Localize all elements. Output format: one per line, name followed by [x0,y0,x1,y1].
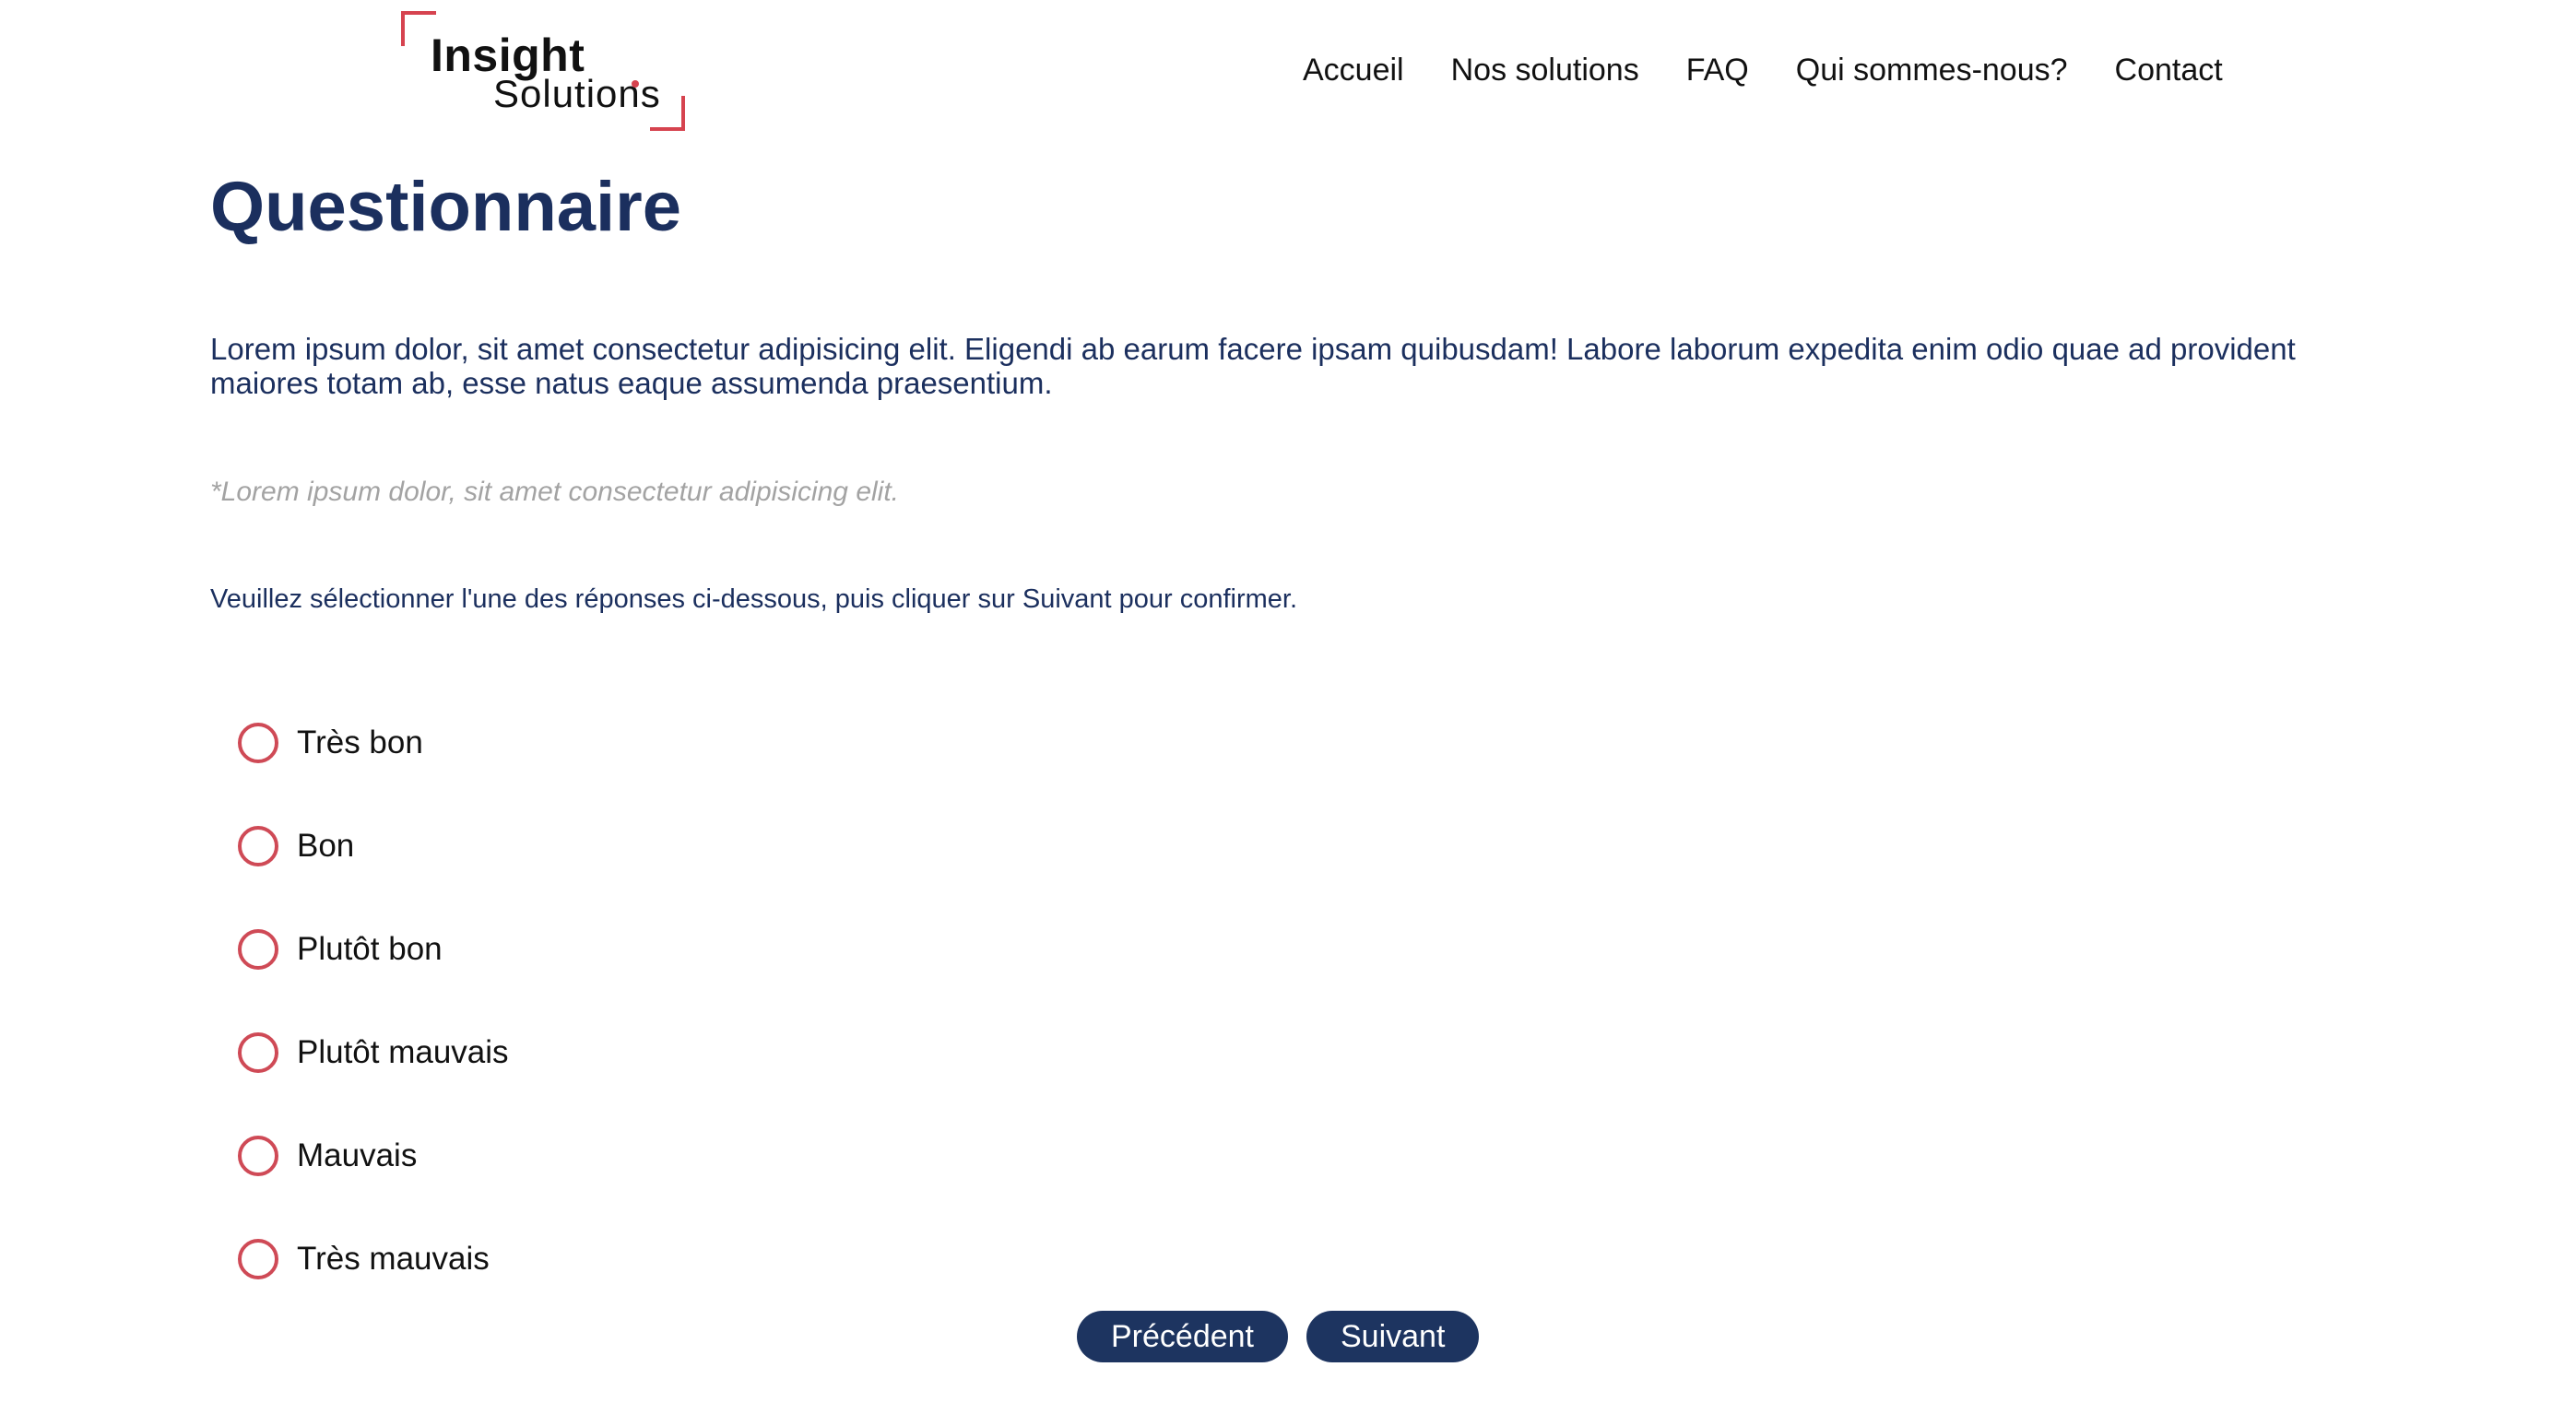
option-label: Très bon [297,725,423,760]
option-label: Plutôt mauvais [297,1034,509,1070]
radio-button[interactable] [238,826,278,866]
radio-button[interactable] [238,1032,278,1073]
page-title: Questionnaire [210,168,681,246]
option-plutot-mauvais[interactable]: Plutôt mauvais [238,1001,509,1104]
radio-button[interactable] [238,929,278,970]
previous-button[interactable]: Précédent [1077,1311,1288,1362]
option-bon[interactable]: Bon [238,795,509,898]
radio-button[interactable] [238,1239,278,1279]
option-label: Mauvais [297,1137,418,1173]
nav-item-faq[interactable]: FAQ [1686,48,1749,92]
intro-paragraph: Lorem ipsum dolor, sit amet consectetur … [210,332,2296,400]
option-mauvais[interactable]: Mauvais [238,1104,509,1208]
option-tres-bon[interactable]: Très bon [238,691,509,795]
instruction-text: Veuillez sélectionner l'une des réponses… [210,584,1298,614]
logo-accent-dot [632,80,639,88]
nav-item-nos-solutions[interactable]: Nos solutions [1451,48,1639,92]
form-actions: Précédent Suivant [1077,1311,1480,1362]
nav-item-contact[interactable]: Contact [2115,48,2223,92]
logo-corner-bottom-right [650,96,685,131]
option-label: Plutôt bon [297,931,443,967]
next-button[interactable]: Suivant [1306,1311,1480,1362]
radio-button[interactable] [238,723,278,763]
logo[interactable]: Insight Solutions [401,11,685,131]
main-nav: Accueil Nos solutions FAQ Qui sommes-nou… [1303,48,2223,92]
nav-item-accueil[interactable]: Accueil [1303,48,1404,92]
footnote-text: *Lorem ipsum dolor, sit amet consectetur… [210,477,900,507]
logo-text-solutions: Solutions [493,72,661,115]
answer-options: Très bon Bon Plutôt bon Plutôt mauvais M… [238,691,509,1311]
nav-item-qui-sommes-nous[interactable]: Qui sommes-nous? [1796,48,2068,92]
option-label: Très mauvais [297,1241,490,1277]
radio-button[interactable] [238,1136,278,1176]
option-label: Bon [297,828,355,864]
option-plutot-bon[interactable]: Plutôt bon [238,898,509,1001]
option-tres-mauvais[interactable]: Très mauvais [238,1208,509,1311]
